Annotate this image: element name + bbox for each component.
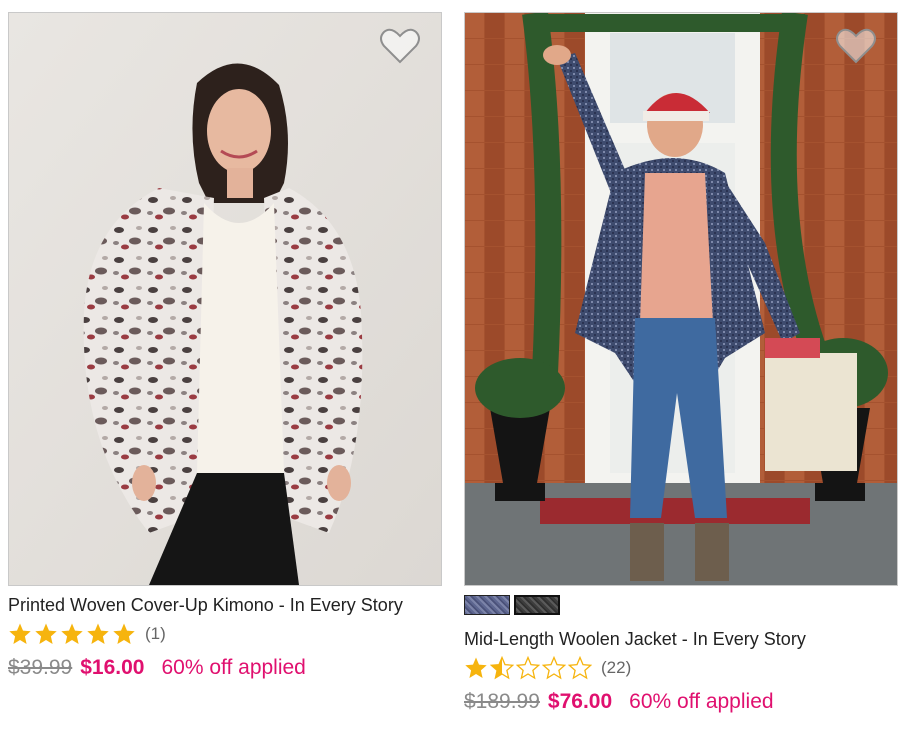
product-image[interactable] xyxy=(8,12,442,586)
swatch-navy[interactable] xyxy=(464,595,510,615)
jacket-model-photo xyxy=(465,13,897,585)
swatch-charcoal[interactable] xyxy=(514,595,560,615)
wishlist-heart-icon[interactable] xyxy=(379,27,421,65)
product-image[interactable] xyxy=(464,12,898,586)
star-half-icon xyxy=(490,656,514,680)
kimono-model-photo xyxy=(9,13,441,585)
star-rating xyxy=(8,622,136,646)
wishlist-heart-icon[interactable] xyxy=(835,27,877,65)
sale-price: $16.00 xyxy=(80,656,145,679)
promo-label: 60% off applied xyxy=(629,690,774,713)
product-rating: (1) xyxy=(8,622,442,646)
price-row: $39.99 $16.00 60% off applied xyxy=(8,656,442,680)
star-filled-icon xyxy=(9,623,31,644)
original-price: $39.99 xyxy=(8,656,73,679)
star-filled-icon xyxy=(113,623,135,644)
product-card[interactable]: Printed Woven Cover-Up Kimono - In Every… xyxy=(8,12,442,680)
sale-price: $76.00 xyxy=(547,690,613,713)
promo-label: 60% off applied xyxy=(161,656,306,679)
product-name[interactable]: Printed Woven Cover-Up Kimono - In Every… xyxy=(8,595,442,616)
review-count[interactable]: (1) xyxy=(145,624,166,644)
star-empty-icon xyxy=(568,656,592,680)
product-card[interactable]: Mid-Length Woolen Jacket - In Every Stor… xyxy=(464,12,898,714)
star-filled-icon xyxy=(35,623,57,644)
star-rating xyxy=(464,656,592,680)
star-empty-icon xyxy=(516,656,540,680)
review-count[interactable]: (22) xyxy=(601,658,631,678)
original-price: $189.99 xyxy=(464,690,540,713)
star-filled-icon xyxy=(61,623,83,644)
price-row: $189.99 $76.00 60% off applied xyxy=(464,690,898,714)
product-name[interactable]: Mid-Length Woolen Jacket - In Every Stor… xyxy=(464,629,898,650)
product-rating: (22) xyxy=(464,656,898,680)
color-swatches xyxy=(464,595,898,617)
star-filled-icon xyxy=(465,657,487,678)
star-empty-icon xyxy=(542,656,566,680)
star-filled-icon xyxy=(87,623,109,644)
